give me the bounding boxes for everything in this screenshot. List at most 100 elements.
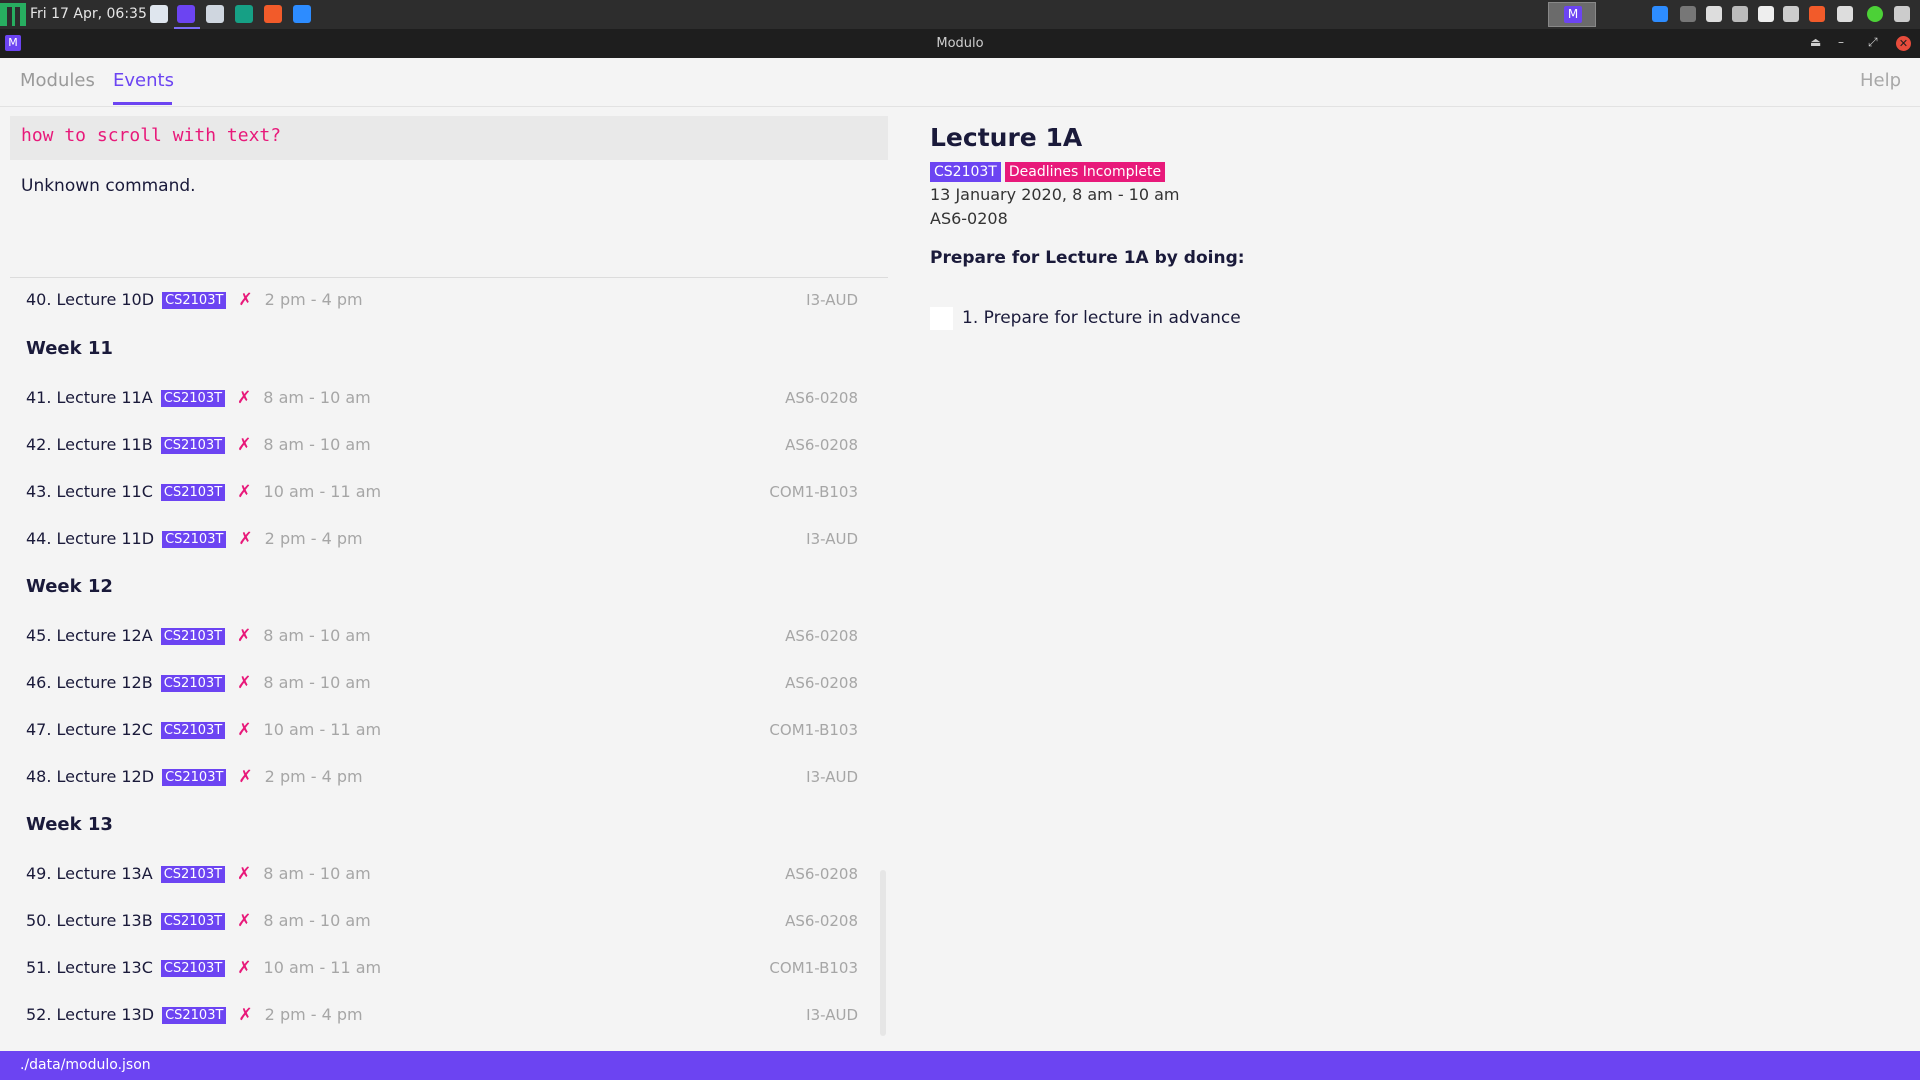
event-location: I3-AUD bbox=[806, 1006, 858, 1024]
event-row[interactable]: 44. Lecture 11D CS2103T ✗ 2 pm - 4 pm I3-AU… bbox=[26, 525, 858, 555]
event-row[interactable]: 49. Lecture 13A CS2103T ✗ 8 am - 10 am AS6-… bbox=[26, 860, 858, 890]
wifi-icon[interactable] bbox=[1732, 6, 1748, 22]
battery-icon[interactable] bbox=[1706, 6, 1722, 22]
shade-button[interactable]: ⏏ bbox=[1810, 35, 1821, 49]
module-tag: CS2103T bbox=[160, 437, 226, 454]
tab-modules[interactable]: Modules bbox=[20, 70, 95, 91]
incomplete-icon: ✗ bbox=[238, 767, 253, 787]
result-message: Unknown command. bbox=[21, 176, 196, 196]
volume-icon[interactable] bbox=[1837, 6, 1853, 22]
update-icon[interactable] bbox=[1867, 6, 1883, 22]
system-taskbar: Fri 17 Apr, 06:35 M bbox=[0, 0, 1920, 29]
maximize-button[interactable]: ⤢ bbox=[1868, 35, 1878, 50]
task-checkbox[interactable] bbox=[930, 307, 953, 330]
folder-icon[interactable] bbox=[235, 5, 253, 23]
incomplete-icon: ✗ bbox=[237, 673, 252, 693]
event-time: 8 am - 10 am bbox=[263, 673, 371, 692]
event-title: 50. Lecture 13B bbox=[26, 911, 153, 930]
incomplete-icon: ✗ bbox=[237, 482, 252, 502]
module-tag: CS2103T bbox=[162, 531, 227, 548]
window-title: Modulo bbox=[936, 36, 984, 51]
module-tag: CS2103T bbox=[162, 1007, 227, 1024]
notes-icon[interactable] bbox=[1894, 6, 1910, 22]
zoom-icon[interactable] bbox=[293, 5, 311, 23]
shield-icon[interactable] bbox=[1758, 6, 1774, 22]
window-titlebar: M Modulo ⏏ – ⤢ ✕ bbox=[0, 29, 1920, 58]
files-icon[interactable] bbox=[150, 5, 168, 23]
event-row[interactable]: 40. Lecture 10D CS2103T ✗ 2 pm - 4 pm I3-AU… bbox=[26, 286, 858, 316]
event-location: I3-AUD bbox=[806, 291, 858, 309]
brave-icon[interactable] bbox=[264, 5, 282, 23]
week-heading: Week 11 bbox=[26, 338, 113, 359]
event-location: AS6-0208 bbox=[785, 627, 858, 645]
modulo-icon[interactable] bbox=[177, 5, 195, 23]
event-title: 44. Lecture 11D bbox=[26, 529, 155, 548]
document-icon[interactable] bbox=[206, 5, 224, 23]
detail-location: AS6-0208 bbox=[930, 209, 1008, 228]
zoom-icon[interactable] bbox=[1652, 6, 1668, 22]
command-input[interactable] bbox=[21, 125, 861, 146]
event-location: COM1-B103 bbox=[769, 483, 858, 501]
help-button[interactable]: Help bbox=[1860, 70, 1901, 91]
module-tag: CS2103T bbox=[160, 628, 226, 645]
tab-events[interactable]: Events bbox=[113, 70, 174, 91]
minimize-button[interactable]: – bbox=[1838, 35, 1844, 49]
event-row[interactable]: 50. Lecture 13B CS2103T ✗ 8 am - 10 am AS6-… bbox=[26, 907, 858, 937]
clock[interactable]: Fri 17 Apr, 06:35 bbox=[30, 6, 147, 22]
close-icon[interactable]: ✕ bbox=[1896, 36, 1911, 51]
module-tag: CS2103T bbox=[160, 390, 226, 407]
incomplete-icon: ✗ bbox=[238, 1005, 253, 1025]
status-badge: Deadlines Incomplete bbox=[1004, 162, 1166, 182]
detail-badges: CS2103T Deadlines Incomplete bbox=[930, 161, 1169, 182]
event-location: COM1-B103 bbox=[769, 721, 858, 739]
week-heading: Week 13 bbox=[26, 814, 113, 835]
event-location: AS6-0208 bbox=[785, 912, 858, 930]
incomplete-icon: ✗ bbox=[237, 958, 252, 978]
incomplete-icon: ✗ bbox=[238, 290, 253, 310]
detail-prep-heading: Prepare for Lecture 1A by doing: bbox=[930, 248, 1245, 268]
link-icon[interactable] bbox=[1783, 6, 1799, 22]
event-row[interactable]: 42. Lecture 11B CS2103T ✗ 8 am - 10 am AS6-… bbox=[26, 431, 858, 461]
incomplete-icon: ✗ bbox=[237, 435, 252, 455]
brave-icon[interactable] bbox=[1809, 6, 1825, 22]
event-time: 2 pm - 4 pm bbox=[264, 290, 363, 309]
menu-icon[interactable] bbox=[0, 3, 26, 26]
event-title: 51. Lecture 13C bbox=[26, 958, 153, 977]
event-title: 48. Lecture 12D bbox=[26, 767, 155, 786]
bluetooth-icon[interactable] bbox=[1680, 6, 1696, 22]
incomplete-icon: ✗ bbox=[238, 529, 253, 549]
event-row[interactable]: 41. Lecture 11A CS2103T ✗ 8 am - 10 am AS6-… bbox=[26, 384, 858, 414]
detail-title: Lecture 1A bbox=[930, 123, 1083, 152]
event-row[interactable]: 43. Lecture 11C CS2103T ✗ 10 am - 11 am COM… bbox=[26, 478, 858, 508]
event-title: 41. Lecture 11A bbox=[26, 388, 153, 407]
taskbar-window-modulo[interactable]: M bbox=[1548, 2, 1596, 27]
event-time: 8 am - 10 am bbox=[263, 911, 371, 930]
event-row[interactable]: 52. Lecture 13D CS2103T ✗ 2 pm - 4 pm I3-AU… bbox=[26, 1001, 858, 1031]
module-tag: CS2103T bbox=[160, 913, 226, 930]
module-badge: CS2103T bbox=[930, 162, 1001, 182]
event-time: 2 pm - 4 pm bbox=[264, 767, 363, 786]
event-time: 10 am - 11 am bbox=[263, 958, 382, 977]
incomplete-icon: ✗ bbox=[237, 626, 252, 646]
event-row[interactable]: 45. Lecture 12A CS2103T ✗ 8 am - 10 am AS6-… bbox=[26, 622, 858, 652]
week-heading: Week 12 bbox=[26, 576, 113, 597]
command-box[interactable] bbox=[10, 116, 888, 160]
data-file-path: ./data/modulo.json bbox=[20, 1057, 151, 1073]
module-tag: CS2103T bbox=[160, 866, 226, 883]
module-tag: CS2103T bbox=[160, 722, 226, 739]
event-time: 8 am - 10 am bbox=[263, 388, 371, 407]
module-tag: CS2103T bbox=[162, 292, 227, 309]
event-title: 52. Lecture 13D bbox=[26, 1005, 155, 1024]
event-row[interactable]: 51. Lecture 13C CS2103T ✗ 10 am - 11 am COM… bbox=[26, 954, 858, 984]
event-row[interactable]: 47. Lecture 12C CS2103T ✗ 10 am - 11 am COM… bbox=[26, 716, 858, 746]
event-time: 10 am - 11 am bbox=[263, 720, 382, 739]
divider bbox=[10, 277, 888, 278]
event-location: AS6-0208 bbox=[785, 674, 858, 692]
event-row[interactable]: 48. Lecture 12D CS2103T ✗ 2 pm - 4 pm I3-AU… bbox=[26, 763, 858, 793]
event-title: 42. Lecture 11B bbox=[26, 435, 153, 454]
incomplete-icon: ✗ bbox=[237, 720, 252, 740]
event-row[interactable]: 46. Lecture 12B CS2103T ✗ 8 am - 10 am AS6-… bbox=[26, 669, 858, 699]
list-scrollbar[interactable] bbox=[880, 870, 886, 1036]
event-title: 43. Lecture 11C bbox=[26, 482, 153, 501]
incomplete-icon: ✗ bbox=[237, 864, 252, 884]
